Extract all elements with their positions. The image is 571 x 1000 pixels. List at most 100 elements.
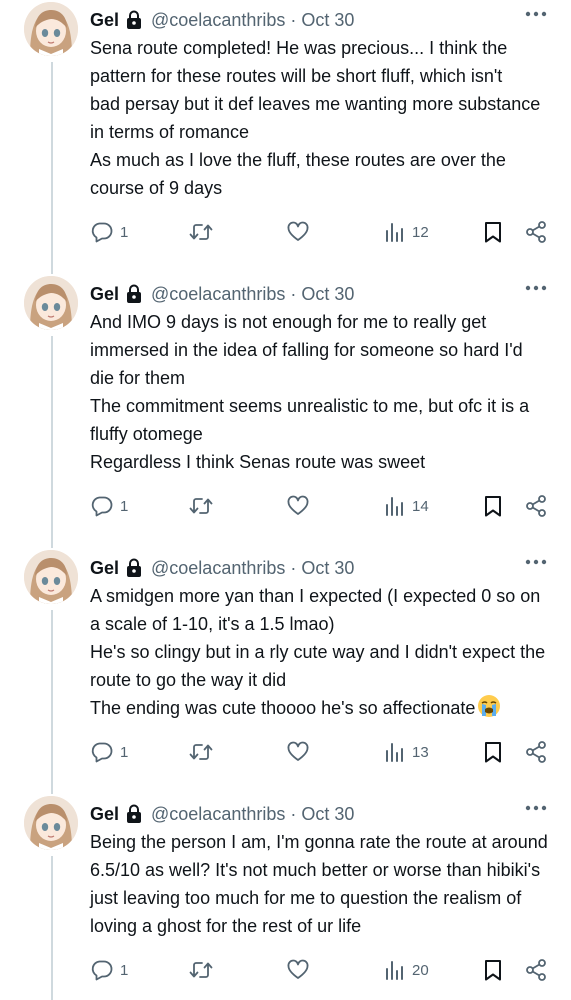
reply-button[interactable]: 1 xyxy=(90,956,128,984)
action-bar: 1 14 xyxy=(90,492,560,520)
tweet-text-line: The ending was cute thoooo he's so affec… xyxy=(90,694,558,726)
tweet-text-line: Sena route completed! He was precious...… xyxy=(90,38,508,58)
tweet-text-line: pattern for these routes will be short f… xyxy=(90,66,503,86)
share-icon xyxy=(526,959,546,981)
view-count: 14 xyxy=(412,497,429,515)
retweet-button[interactable] xyxy=(188,956,214,984)
tweet[interactable]: Gel @coelacanthribs · Oct 30 A smidgen m… xyxy=(0,550,571,772)
bookmark-button[interactable] xyxy=(482,956,504,984)
retweet-icon xyxy=(189,744,213,760)
user-handle[interactable]: @coelacanthribs xyxy=(151,804,285,825)
bookmark-button[interactable] xyxy=(482,738,504,766)
heart-icon xyxy=(287,741,309,761)
heart-icon xyxy=(287,221,309,241)
tweet-header: Gel @coelacanthribs · Oct 30 xyxy=(90,556,551,580)
avatar[interactable] xyxy=(24,796,78,850)
share-icon xyxy=(526,495,546,517)
avatar[interactable] xyxy=(24,2,78,56)
tweet-date[interactable]: Oct 30 xyxy=(301,10,354,31)
user-handle[interactable]: @coelacanthribs xyxy=(151,10,285,31)
tweet-text-line: Being the person I am, I'm gonna rate th… xyxy=(90,832,548,852)
display-name[interactable]: Gel xyxy=(90,10,119,31)
avatar[interactable] xyxy=(24,276,78,330)
tweet-text-line: As much as I love the fluff, these route… xyxy=(90,150,506,170)
bar-chart-icon xyxy=(386,961,403,980)
bar-chart-icon xyxy=(386,743,403,762)
tweet-text: A smidgen more yan than I expected (I ex… xyxy=(90,582,558,726)
lock-icon xyxy=(125,558,143,578)
tweet-text-line: bad persay but it def leaves me wanting … xyxy=(90,94,541,114)
tweet-date[interactable]: Oct 30 xyxy=(301,284,354,305)
retweet-button[interactable] xyxy=(188,218,214,246)
tweet-header: Gel @coelacanthribs · Oct 30 xyxy=(90,8,551,32)
tweet-text-line: And IMO 9 days is not enough for me to r… xyxy=(90,312,487,332)
tweet-text-line: a scale of 1-10, it's a 1.5 lmao) xyxy=(90,614,335,634)
tweet-text-line: course of 9 days xyxy=(90,178,223,198)
reply-count: 1 xyxy=(120,497,129,515)
tweet[interactable]: Gel @coelacanthribs · Oct 30 Sena route … xyxy=(0,2,571,252)
more-dots-icon[interactable] xyxy=(524,276,548,300)
avatar[interactable] xyxy=(24,550,78,604)
user-handle[interactable]: @coelacanthribs xyxy=(151,558,285,579)
separator-dot: · xyxy=(290,283,297,304)
share-button[interactable] xyxy=(524,492,548,520)
tweet-text-line: loving a ghost for the rest of ur life xyxy=(90,916,362,936)
share-button[interactable] xyxy=(524,218,548,246)
tweet-text-line: A smidgen more yan than I expected (I ex… xyxy=(90,586,541,606)
bar-chart-icon xyxy=(386,223,403,242)
views-button[interactable]: 12 xyxy=(384,218,429,246)
view-count: 13 xyxy=(412,743,429,761)
reply-button[interactable]: 1 xyxy=(90,738,128,766)
reply-button[interactable]: 1 xyxy=(90,218,128,246)
tweet-text-line: immersed in the idea of falling for some… xyxy=(90,340,523,360)
share-icon xyxy=(526,741,546,763)
lock-icon xyxy=(125,284,143,304)
more-dots-icon[interactable] xyxy=(524,2,548,26)
tweet[interactable]: Gel @coelacanthribs · Oct 30 Being the p… xyxy=(0,796,571,1000)
retweet-button[interactable] xyxy=(188,738,214,766)
views-button[interactable]: 13 xyxy=(384,738,429,766)
views-button[interactable]: 14 xyxy=(384,492,429,520)
bookmark-icon xyxy=(485,742,501,763)
tweet-date[interactable]: Oct 30 xyxy=(301,804,354,825)
reply-count: 1 xyxy=(120,223,129,241)
speech-bubble-icon xyxy=(91,496,113,517)
like-button[interactable] xyxy=(286,956,310,984)
display-name[interactable]: Gel xyxy=(90,284,119,305)
tweet-text-fragment: The ending was cute thoooo he's so affec… xyxy=(90,698,476,718)
share-button[interactable] xyxy=(524,956,548,984)
bookmark-button[interactable] xyxy=(482,492,504,520)
reply-count: 1 xyxy=(120,743,129,761)
speech-bubble-icon xyxy=(91,222,113,243)
views-button[interactable]: 20 xyxy=(384,956,429,984)
action-bar: 1 12 xyxy=(90,218,560,246)
tweet-text-line: die for them xyxy=(90,368,186,388)
tweet-text-line: He's so clingy but in a rly cute way and… xyxy=(90,642,546,662)
user-handle[interactable]: @coelacanthribs xyxy=(151,284,285,305)
heart-icon xyxy=(287,959,309,979)
like-button[interactable] xyxy=(286,218,310,246)
share-icon xyxy=(526,221,546,243)
reply-count: 1 xyxy=(120,961,129,979)
more-dots-icon[interactable] xyxy=(524,796,548,820)
tweet-text-line: in terms of romance xyxy=(90,122,250,142)
lock-icon xyxy=(125,804,143,824)
speech-bubble-icon xyxy=(91,742,113,763)
bookmark-button[interactable] xyxy=(482,218,504,246)
tweet-date[interactable]: Oct 30 xyxy=(301,558,354,579)
tweet[interactable]: Gel @coelacanthribs · Oct 30 And IMO 9 d… xyxy=(0,276,571,526)
tweet-header: Gel @coelacanthribs · Oct 30 xyxy=(90,282,551,306)
display-name[interactable]: Gel xyxy=(90,558,119,579)
reply-button[interactable]: 1 xyxy=(90,492,128,520)
retweet-button[interactable] xyxy=(188,492,214,520)
display-name[interactable]: Gel xyxy=(90,804,119,825)
action-bar: 1 13 xyxy=(90,738,560,766)
retweet-icon xyxy=(189,962,213,978)
more-dots-icon[interactable] xyxy=(524,550,548,574)
tweet-text: Being the person I am, I'm gonna rate th… xyxy=(90,828,558,940)
like-button[interactable] xyxy=(286,492,310,520)
bookmark-icon xyxy=(485,496,501,517)
share-button[interactable] xyxy=(524,738,548,766)
like-button[interactable] xyxy=(286,738,310,766)
bar-chart-icon xyxy=(386,497,403,516)
